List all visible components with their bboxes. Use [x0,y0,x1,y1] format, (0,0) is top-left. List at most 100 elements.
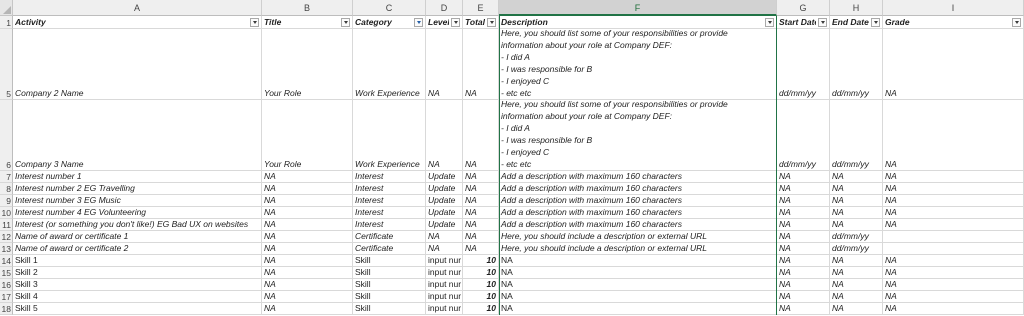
cell-start[interactable]: NA [777,303,830,315]
cell-totals[interactable]: NA [463,243,499,255]
cell-grade[interactable]: NA [883,29,1024,100]
cell-description[interactable]: Add a description with maximum 160 chara… [499,207,777,219]
header-cell-level[interactable]: Level [426,16,463,29]
cell-start[interactable]: NA [777,219,830,231]
cell-start[interactable]: dd/mm/yy [777,29,830,100]
cell-level[interactable]: input nur [426,255,463,267]
row-number[interactable]: 12 [0,231,13,243]
cell-level[interactable]: Update [426,219,463,231]
cell-level[interactable]: input nur [426,303,463,315]
filter-active-icon[interactable] [414,18,423,27]
cell-activity[interactable]: Skill 4 [13,291,262,303]
cell-category[interactable]: Work Experience [353,29,426,100]
column-header-a[interactable]: A [13,0,262,16]
cell-title[interactable]: NA [262,303,353,315]
cell-category[interactable]: Interest [353,207,426,219]
cell-level[interactable]: NA [426,100,463,171]
row-number[interactable]: 6 [0,100,13,171]
cell-grade[interactable] [883,231,1024,243]
column-header-e[interactable]: E [463,0,499,16]
cell-description[interactable]: Here, you should include a description o… [499,231,777,243]
cell-title[interactable]: Your Role [262,29,353,100]
cell-title[interactable]: NA [262,255,353,267]
cell-totals[interactable]: 10 [463,291,499,303]
filter-dropdown-icon[interactable] [818,18,827,27]
filter-dropdown-icon[interactable] [487,18,496,27]
cell-activity[interactable]: Skill 1 [13,255,262,267]
cell-category[interactable]: Work Experience [353,100,426,171]
cell-end[interactable]: NA [830,195,883,207]
cell-end[interactable]: NA [830,279,883,291]
cell-grade[interactable]: NA [883,219,1024,231]
cell-activity[interactable]: Skill 3 [13,279,262,291]
row-number[interactable]: 7 [0,171,13,183]
cell-end[interactable]: NA [830,207,883,219]
row-number[interactable]: 5 [0,29,13,100]
cell-end[interactable]: dd/mm/yy [830,100,883,171]
cell-category[interactable]: Interest [353,195,426,207]
cell-category[interactable]: Skill [353,291,426,303]
cell-totals[interactable]: NA [463,100,499,171]
column-header-i[interactable]: I [883,0,1024,16]
cell-activity[interactable]: Name of award or certificate 1 [13,231,262,243]
cell-title[interactable]: NA [262,183,353,195]
header-cell-title[interactable]: Title [262,16,353,29]
cell-grade[interactable]: NA [883,100,1024,171]
cell-end[interactable]: dd/mm/yy [830,29,883,100]
cell-level[interactable]: input nur [426,279,463,291]
cell-grade[interactable]: NA [883,171,1024,183]
row-number[interactable]: 10 [0,207,13,219]
cell-grade[interactable]: NA [883,255,1024,267]
cell-grade[interactable] [883,243,1024,255]
cell-category[interactable]: Interest [353,183,426,195]
cell-description[interactable]: NA [499,291,777,303]
cell-start[interactable]: dd/mm/yy [777,100,830,171]
cell-activity[interactable]: Company 3 Name [13,100,262,171]
cell-totals[interactable]: NA [463,195,499,207]
column-header-h[interactable]: H [830,0,883,16]
cell-category[interactable]: Certificate [353,243,426,255]
filter-dropdown-icon[interactable] [341,18,350,27]
cell-description[interactable]: Add a description with maximum 160 chara… [499,171,777,183]
cell-grade[interactable]: NA [883,195,1024,207]
cell-level[interactable]: NA [426,243,463,255]
row-number[interactable]: 13 [0,243,13,255]
cell-title[interactable]: NA [262,231,353,243]
row-number[interactable]: 9 [0,195,13,207]
cell-start[interactable]: NA [777,183,830,195]
cell-end[interactable]: dd/mm/yy [830,243,883,255]
cell-start[interactable]: NA [777,243,830,255]
cell-level[interactable]: input nur [426,291,463,303]
cell-description[interactable]: Add a description with maximum 160 chara… [499,219,777,231]
cell-activity[interactable]: Interest number 1 [13,171,262,183]
cell-level[interactable]: NA [426,29,463,100]
cell-start[interactable]: NA [777,207,830,219]
cell-start[interactable]: NA [777,291,830,303]
cell-grade[interactable]: NA [883,303,1024,315]
cell-start[interactable]: NA [777,231,830,243]
cell-start[interactable]: NA [777,279,830,291]
cell-totals[interactable]: NA [463,231,499,243]
cell-totals[interactable]: NA [463,219,499,231]
column-header-b[interactable]: B [262,0,353,16]
cell-end[interactable]: NA [830,183,883,195]
header-cell-totals[interactable]: Totals [463,16,499,29]
cell-category[interactable]: Interest [353,219,426,231]
cell-grade[interactable]: NA [883,183,1024,195]
cell-level[interactable]: Update [426,195,463,207]
cell-level[interactable]: Update [426,183,463,195]
cell-totals[interactable]: NA [463,207,499,219]
cell-description[interactable]: Add a description with maximum 160 chara… [499,195,777,207]
cell-end[interactable]: NA [830,255,883,267]
cell-description[interactable]: NA [499,255,777,267]
cell-title[interactable]: NA [262,171,353,183]
cell-level[interactable]: Update [426,207,463,219]
header-cell-end[interactable]: End Date [830,16,883,29]
cell-activity[interactable]: Skill 2 [13,267,262,279]
header-cell-activity[interactable]: Activity [13,16,262,29]
row-number[interactable]: 1 [0,16,13,29]
column-header-d[interactable]: D [426,0,463,16]
cell-totals[interactable]: 10 [463,267,499,279]
row-number[interactable]: 16 [0,279,13,291]
cell-description[interactable]: NA [499,279,777,291]
